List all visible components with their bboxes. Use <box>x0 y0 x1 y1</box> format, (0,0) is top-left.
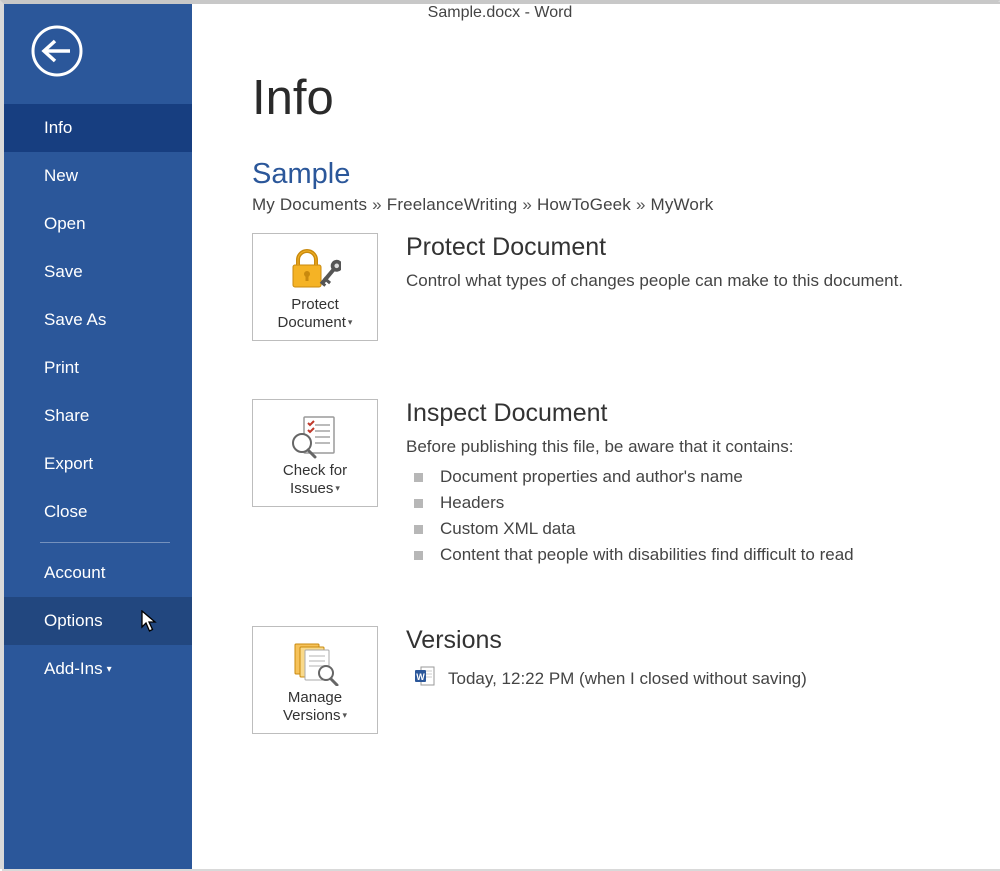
tile-label-line1: Check for <box>283 462 347 479</box>
breadcrumb: My Documents»FreelanceWriting»HowToGeek»… <box>252 195 956 215</box>
sidebar-item-label: Close <box>44 502 87 521</box>
chevron-down-icon: ▾ <box>107 664 112 675</box>
sidebar-item-print[interactable]: Print <box>4 344 192 392</box>
breadcrumb-segment: My Documents <box>252 195 367 214</box>
inspect-issue-item: Document properties and author's name <box>406 464 956 490</box>
sidebar-item-label: Save <box>44 262 83 281</box>
sidebar-item-export[interactable]: Export <box>4 440 192 488</box>
svg-text:W: W <box>416 672 425 682</box>
protect-section: Protect Document▾ Protect Document Contr… <box>252 233 956 341</box>
sidebar-item-share[interactable]: Share <box>4 392 192 440</box>
sidebar-divider <box>40 542 170 543</box>
sidebar-item-label: Info <box>44 118 72 137</box>
back-button[interactable] <box>30 24 84 78</box>
sidebar-item-open[interactable]: Open <box>4 200 192 248</box>
sidebar-item-label: Print <box>44 358 79 377</box>
tile-label-line2: Versions <box>283 707 341 724</box>
cursor-icon <box>141 610 159 640</box>
sidebar-item-account[interactable]: Account <box>4 549 192 597</box>
sidebar-item-info[interactable]: Info <box>4 104 192 152</box>
tile-label-line1: Manage <box>288 689 342 706</box>
sidebar-item-save-as[interactable]: Save As <box>4 296 192 344</box>
sidebar-item-close[interactable]: Close <box>4 488 192 536</box>
inspect-issue-list: Document properties and author's name He… <box>406 464 956 568</box>
sidebar-item-label: Share <box>44 406 89 425</box>
versions-stack-icon <box>289 635 341 689</box>
sidebar-item-new[interactable]: New <box>4 152 192 200</box>
sidebar-item-options[interactable]: Options <box>4 597 192 645</box>
chevron-down-icon: ▾ <box>343 710 348 720</box>
inspect-issue-item: Custom XML data <box>406 516 956 542</box>
sidebar-item-label: New <box>44 166 78 185</box>
inspect-section: Check for Issues▾ Inspect Document Befor… <box>252 399 956 568</box>
manage-versions-button[interactable]: Manage Versions▾ <box>252 626 378 734</box>
chevron-down-icon: ▾ <box>348 317 353 327</box>
breadcrumb-segment: HowToGeek <box>537 195 631 214</box>
versions-heading: Versions <box>406 626 956 655</box>
document-name: Sample <box>252 158 956 191</box>
word-document-icon: W <box>414 665 436 692</box>
backstage-sidebar: Info New Open Save Save As Print Share E… <box>4 4 192 869</box>
sidebar-item-label: Account <box>44 563 105 582</box>
tile-label-line2: Document <box>278 314 346 331</box>
breadcrumb-segment: MyWork <box>651 195 714 214</box>
page-title: Info <box>252 70 956 126</box>
tile-label-line2: Issues <box>290 480 333 497</box>
version-entry-text: Today, 12:22 PM (when I closed without s… <box>448 669 807 689</box>
versions-section: Manage Versions▾ Versions <box>252 626 956 734</box>
tile-label-line1: Protect <box>291 296 339 313</box>
inspect-issue-item: Headers <box>406 490 956 516</box>
lock-key-icon <box>289 242 341 296</box>
sidebar-item-label: Add-Ins <box>44 659 103 678</box>
checklist-magnifier-icon <box>289 408 341 462</box>
back-arrow-icon <box>30 24 84 78</box>
protect-document-button[interactable]: Protect Document▾ <box>252 233 378 341</box>
inspect-heading: Inspect Document <box>406 399 956 428</box>
inspect-issue-item: Content that people with disabilities fi… <box>406 542 956 568</box>
sidebar-item-label: Options <box>44 611 103 630</box>
sidebar-item-label: Export <box>44 454 93 473</box>
chevron-down-icon: ▾ <box>335 483 340 493</box>
protect-heading: Protect Document <box>406 233 956 262</box>
protect-description: Control what types of changes people can… <box>406 268 956 294</box>
sidebar-item-label: Save As <box>44 310 106 329</box>
sidebar-item-save[interactable]: Save <box>4 248 192 296</box>
backstage-main: Info Sample My Documents»FreelanceWritin… <box>192 4 1000 869</box>
sidebar-item-add-ins[interactable]: Add-Ins ▾ <box>4 645 192 693</box>
check-for-issues-button[interactable]: Check for Issues▾ <box>252 399 378 507</box>
inspect-intro: Before publishing this file, be aware th… <box>406 434 956 460</box>
breadcrumb-segment: FreelanceWriting <box>387 195 518 214</box>
sidebar-item-label: Open <box>44 214 86 233</box>
version-entry[interactable]: W Today, 12:22 PM (when I closed without… <box>406 665 956 692</box>
